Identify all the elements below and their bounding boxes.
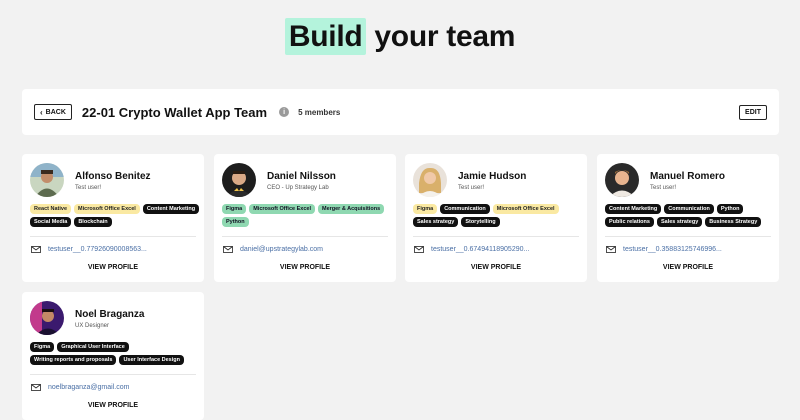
skill-tag: Storytelling <box>461 217 500 227</box>
skill-tag: Communication <box>664 204 714 214</box>
skill-tags: React Native Microsoft Office Excel Conten… <box>30 204 200 227</box>
view-profile-button[interactable]: VIEW PROFILE <box>405 264 587 271</box>
member-name: Daniel Nilsson <box>267 171 336 182</box>
skill-tag: Writing reports and proposals <box>30 355 117 365</box>
divider <box>413 236 579 237</box>
mail-icon <box>31 384 41 391</box>
skill-tag: React Native <box>30 204 72 214</box>
skill-tags: Content Marketing Communication Python Publ… <box>605 204 775 227</box>
email-row[interactable]: testuser__0.67494118905290... <box>414 246 529 253</box>
member-name: Alfonso Benitez <box>75 171 151 182</box>
divider <box>605 236 771 237</box>
skill-tag: Figma <box>30 342 55 352</box>
member-role: Test user! <box>650 185 677 191</box>
skill-tag: User Interface Design <box>119 355 184 365</box>
page-title-rest: your team <box>366 20 516 53</box>
divider <box>30 374 196 375</box>
team-header: ‹ BACK 22-01 Crypto Wallet App Team i 5 … <box>22 89 779 135</box>
skill-tag: Graphical User Interface <box>57 342 129 352</box>
email-row[interactable]: testuser__0.35883125746996... <box>606 246 722 253</box>
member-name: Noel Braganza <box>75 309 145 320</box>
skill-tag: Microsoft Office Excel <box>74 204 140 214</box>
member-card: Alfonso Benitez Test user! React Native M… <box>22 154 204 282</box>
skill-tag: Python <box>716 204 744 214</box>
skill-tag: Communication <box>440 204 490 214</box>
member-email[interactable]: testuser__0.35883125746996... <box>623 246 722 253</box>
member-card: Noel Braganza UX Designer Figma Graphical… <box>22 292 204 420</box>
view-profile-button[interactable]: VIEW PROFILE <box>214 264 396 271</box>
member-role: CEO - Up Strategy Lab <box>267 185 329 191</box>
member-email[interactable]: testuser__0.67494118905290... <box>431 246 529 253</box>
skill-tags: Figma Communication Microsoft Office Excel… <box>413 204 583 227</box>
skill-tags: Figma Graphical User Interface Writing rep… <box>30 342 200 365</box>
avatar <box>30 163 64 197</box>
back-button[interactable]: ‹ BACK <box>34 104 72 120</box>
skill-tag: Social Media <box>30 217 72 227</box>
member-email[interactable]: daniel@upstrategylab.com <box>240 246 323 253</box>
edit-button[interactable]: EDIT <box>739 104 767 120</box>
member-card: Manuel Romero Test user! Content Marketi… <box>597 154 779 282</box>
skill-tags: Figma Microsoft Office Excel Merger & Acqu… <box>222 204 392 227</box>
skill-tag: Blockchain <box>74 217 112 227</box>
skill-tag: Microsoft Office Excel <box>492 204 559 214</box>
divider <box>30 236 196 237</box>
view-profile-button[interactable]: VIEW PROFILE <box>22 264 204 271</box>
member-email[interactable]: noelbraganza@gmail.com <box>48 384 129 391</box>
mail-icon <box>223 246 233 253</box>
skill-tag: Python <box>222 217 249 227</box>
mail-icon <box>31 246 41 253</box>
skill-tag: Business Strategy <box>705 217 762 227</box>
member-card: Daniel Nilsson CEO - Up Strategy Lab Fig… <box>214 154 396 282</box>
avatar <box>605 163 639 197</box>
member-role: UX Designer <box>75 323 110 329</box>
page-title: Build your team <box>0 18 800 55</box>
avatar <box>413 163 447 197</box>
skill-tag: Content Marketing <box>142 204 200 214</box>
back-button-label: BACK <box>45 108 66 116</box>
email-row[interactable]: noelbraganza@gmail.com <box>31 384 129 391</box>
view-profile-button[interactable]: VIEW PROFILE <box>22 402 204 409</box>
skill-tag: Content Marketing <box>605 204 662 214</box>
skill-tag: Figma <box>222 204 247 214</box>
member-name: Jamie Hudson <box>458 171 527 182</box>
avatar <box>30 301 64 335</box>
email-row[interactable]: testuser__0.77926090008563... <box>31 246 147 253</box>
member-name: Manuel Romero <box>650 171 726 182</box>
page-title-highlight: Build <box>284 18 367 55</box>
member-card: Jamie Hudson Test user! Figma Communicati… <box>405 154 587 282</box>
skill-tag: Public relations <box>605 217 654 227</box>
info-icon[interactable]: i <box>279 107 290 117</box>
member-email[interactable]: testuser__0.77926090008563... <box>48 246 147 253</box>
skill-tag: Sales strategy <box>413 217 459 227</box>
view-profile-button[interactable]: VIEW PROFILE <box>597 264 779 271</box>
skill-tag: Microsoft Office Excel <box>249 204 315 214</box>
skill-tag: Merger & Acquisitions <box>317 204 385 214</box>
mail-icon <box>606 246 616 253</box>
team-title: 22-01 Crypto Wallet App Team <box>81 104 268 120</box>
skill-tag: Figma <box>413 204 438 214</box>
skill-tag: Sales strategy <box>656 217 703 227</box>
chevron-left-icon: ‹ <box>40 107 43 117</box>
mail-icon <box>414 246 424 253</box>
email-row[interactable]: daniel@upstrategylab.com <box>223 246 323 253</box>
avatar <box>222 163 256 197</box>
divider <box>222 236 388 237</box>
member-count: 5 members <box>298 107 341 117</box>
member-role: Test user! <box>458 185 485 191</box>
member-role: Test user! <box>75 185 102 191</box>
